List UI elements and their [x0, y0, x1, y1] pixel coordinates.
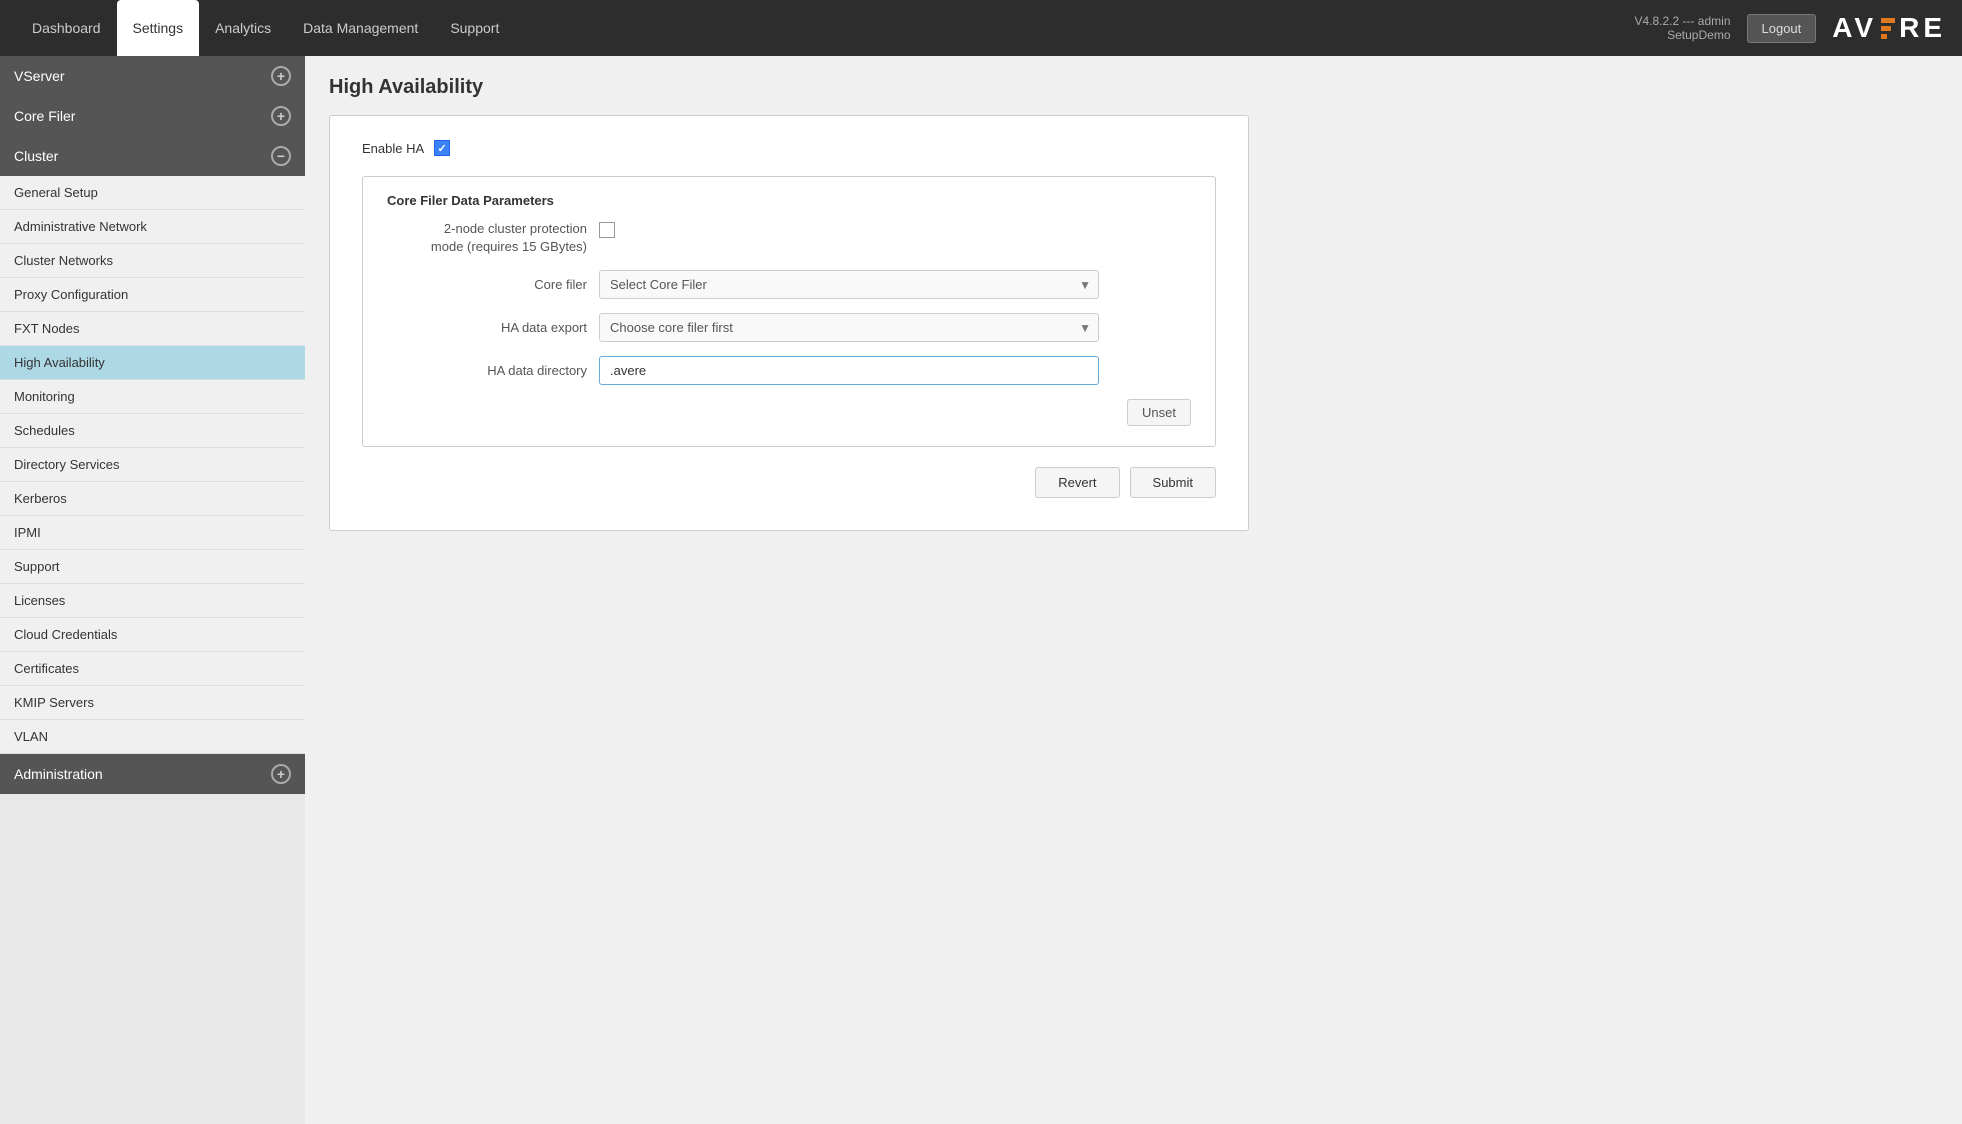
sidebar-section-label: Core Filer	[14, 108, 75, 124]
enable-ha-checkbox[interactable]	[434, 140, 450, 156]
version-info: V4.8.2.2 --- admin SetupDemo	[1634, 14, 1730, 42]
sidebar-item-licenses[interactable]: Licenses	[0, 584, 305, 618]
nav-tab-analytics[interactable]: Analytics	[199, 0, 287, 56]
ha-export-row: HA data export Choose core filer first ▼	[387, 313, 1191, 342]
sidebar-item-high-availability[interactable]: High Availability	[0, 346, 305, 380]
sidebar-section-icon: +	[271, 106, 291, 126]
avere-logo: AV RE	[1832, 12, 1946, 44]
logo-bar-2	[1881, 26, 1891, 31]
action-row: Revert Submit	[362, 467, 1216, 498]
ha-export-select[interactable]: Choose core filer first	[599, 313, 1099, 342]
sidebar-section-icon: −	[271, 146, 291, 166]
sidebar-item-monitoring[interactable]: Monitoring	[0, 380, 305, 414]
sidebar-item-support[interactable]: Support	[0, 550, 305, 584]
node-protection-label: 2-node cluster protectionmode (requires …	[387, 220, 587, 256]
sidebar-item-fxt-nodes[interactable]: FXT Nodes	[0, 312, 305, 346]
node-protection-checkbox[interactable]	[599, 222, 615, 238]
ha-export-select-wrap: Choose core filer first ▼	[599, 313, 1099, 342]
ha-export-label: HA data export	[387, 319, 587, 337]
logout-button[interactable]: Logout	[1747, 14, 1817, 43]
sidebar-item-cloud-credentials[interactable]: Cloud Credentials	[0, 618, 305, 652]
sidebar-item-certificates[interactable]: Certificates	[0, 652, 305, 686]
sidebar-section-vserver[interactable]: VServer +	[0, 56, 305, 96]
sidebar-section-icon: +	[271, 764, 291, 784]
core-filer-control: Select Core Filer ▼	[599, 270, 1099, 299]
sidebar-item-kerberos[interactable]: Kerberos	[0, 482, 305, 516]
unset-button[interactable]: Unset	[1127, 399, 1191, 426]
revert-button[interactable]: Revert	[1035, 467, 1119, 498]
core-filer-row: Core filer Select Core Filer ▼	[387, 270, 1191, 299]
submit-button[interactable]: Submit	[1130, 467, 1216, 498]
sidebar-item-vlan[interactable]: VLAN	[0, 720, 305, 754]
core-filer-select[interactable]: Select Core Filer	[599, 270, 1099, 299]
sidebar-section-administration[interactable]: Administration +	[0, 754, 305, 794]
enable-ha-label: Enable HA	[362, 141, 424, 156]
sidebar-item-administrative-network[interactable]: Administrative Network	[0, 210, 305, 244]
enable-ha-row: Enable HA	[362, 140, 1216, 156]
topbar-right: V4.8.2.2 --- admin SetupDemo Logout AV R…	[1634, 12, 1946, 44]
node-protection-row: 2-node cluster protectionmode (requires …	[387, 220, 1191, 256]
sidebar-section-label: Administration	[14, 766, 103, 782]
ha-directory-input[interactable]	[599, 356, 1099, 385]
unset-row: Unset	[387, 399, 1191, 426]
topbar: DashboardSettingsAnalyticsData Managemen…	[0, 0, 1962, 56]
sidebar-item-cluster-networks[interactable]: Cluster Networks	[0, 244, 305, 278]
logo-left: AV	[1832, 12, 1877, 44]
sidebar-section-core-filer[interactable]: Core Filer +	[0, 96, 305, 136]
logo-bar-3	[1881, 34, 1887, 39]
sidebar-section-cluster[interactable]: Cluster −	[0, 136, 305, 176]
ha-directory-control	[599, 356, 1099, 385]
sidebar-item-schedules[interactable]: Schedules	[0, 414, 305, 448]
sidebar-item-general-setup[interactable]: General Setup	[0, 176, 305, 210]
sidebar-item-kmip-servers[interactable]: KMIP Servers	[0, 686, 305, 720]
fieldset-legend: Core Filer Data Parameters	[381, 193, 1191, 208]
top-nav: DashboardSettingsAnalyticsData Managemen…	[16, 0, 515, 56]
sidebar-section-label: Cluster	[14, 148, 58, 164]
core-filer-select-wrap: Select Core Filer ▼	[599, 270, 1099, 299]
ha-directory-label: HA data directory	[387, 362, 587, 380]
sidebar: VServer + Core Filer + Cluster − General Setup…	[0, 56, 305, 1124]
page-title: High Availability	[329, 76, 1938, 99]
sidebar-item-directory-services[interactable]: Directory Services	[0, 448, 305, 482]
ha-card: Enable HA Core Filer Data Parameters 2-n…	[329, 115, 1249, 531]
nav-tab-settings[interactable]: Settings	[117, 0, 200, 56]
core-filer-params-fieldset: Core Filer Data Parameters 2-node cluste…	[362, 176, 1216, 447]
version-text: V4.8.2.2 --- admin	[1634, 14, 1730, 28]
sidebar-item-ipmi[interactable]: IPMI	[0, 516, 305, 550]
cluster-name: SetupDemo	[1634, 28, 1730, 42]
content-area: High Availability Enable HA Core Filer D…	[305, 56, 1962, 1124]
core-filer-label: Core filer	[387, 276, 587, 294]
nav-tab-data-management[interactable]: Data Management	[287, 0, 434, 56]
sidebar-item-proxy-configuration[interactable]: Proxy Configuration	[0, 278, 305, 312]
logo-bar-1	[1881, 18, 1895, 23]
ha-directory-row: HA data directory	[387, 356, 1191, 385]
logo-right: RE	[1899, 12, 1946, 44]
logo-bars-icon	[1881, 18, 1895, 39]
nav-tab-support[interactable]: Support	[434, 0, 515, 56]
main-layout: VServer + Core Filer + Cluster − General Setup…	[0, 56, 1962, 1124]
sidebar-section-label: VServer	[14, 68, 65, 84]
ha-export-control: Choose core filer first ▼	[599, 313, 1099, 342]
nav-tab-dashboard[interactable]: Dashboard	[16, 0, 117, 56]
sidebar-section-icon: +	[271, 66, 291, 86]
